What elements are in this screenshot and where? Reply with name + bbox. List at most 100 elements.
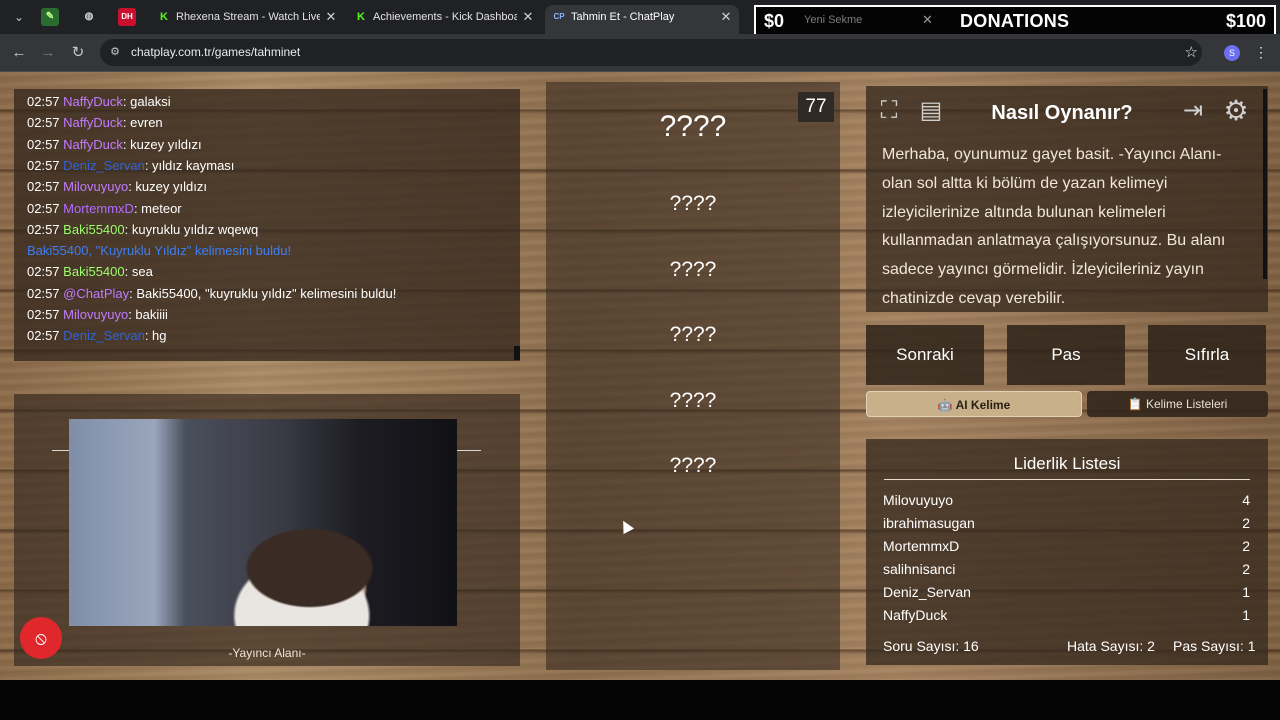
tab-close-icon[interactable]: ✕ [719,5,733,29]
question-count: Soru Sayısı: 16 [883,638,979,654]
pinned-tab-1[interactable]: ✎ [41,8,59,26]
divider [52,450,70,451]
chat-username[interactable]: NaffyDuck [63,115,123,130]
chat-message: 02:57 NaffyDuck: galaksi [27,94,171,109]
tab-close-icon[interactable]: ✕ [324,5,338,29]
chat-text: : evren [122,115,163,131]
pinned-tab-3[interactable]: DH [118,8,136,26]
leaderboard-row: Deniz_Servan 1 [883,584,1250,606]
chat-username[interactable]: NaffyDuck [63,137,123,152]
tab-achievements[interactable]: K Achievements - Kick Dashboard ✕ [347,5,541,34]
reload-icon[interactable]: ↻ [67,42,89,64]
chat-timestamp: 02:57 [27,328,60,344]
chat-scrollbar[interactable] [514,346,520,360]
chat-username[interactable]: Baki55400 [63,264,124,279]
pass-button[interactable]: Pas [1007,325,1125,385]
tab-word-lists[interactable]: 📋 Kelime Listeleri [1087,391,1268,417]
chat-text: : kuyruklu yıldız wqewq [124,221,259,237]
chat-username[interactable]: Milovuyuyo [63,307,128,322]
leaderboard-score: 2 [1242,537,1250,554]
chat-message: 02:57 Baki55400: kuyruklu yıldız wqewq [27,222,258,237]
word-slot: ???? [669,389,717,412]
back-arrow-icon[interactable]: ← [8,42,30,64]
chat-timestamp: 02:57 [27,264,60,280]
fullscreen-icon[interactable]: ⛶ [872,94,906,128]
leaderboard-name: ibrahimasugan [883,514,975,531]
how-to-play-panel: ⛶ ▤ Nasıl Oynanır? ⇥ ⚙ Merhaba, oyunumuz… [866,86,1268,312]
chat-timestamp: 02:57 [27,179,60,195]
address-url[interactable]: chatplay.com.tr/games/tahminet [131,45,300,59]
leaderboard-row: ibrahimasugan 2 [883,515,1250,537]
donation-goal-overlay: Yeni Sekme ✕ $0 DONATIONS $100 [754,5,1276,37]
word-slot: ???? [669,323,717,346]
browser-toolbar: ← → ↻ ⚙ chatplay.com.tr/games/tahminet ☆ [0,34,1280,72]
settings-gear-icon[interactable]: ⚙ [1219,94,1253,128]
address-bar[interactable]: ⚙ chatplay.com.tr/games/tahminet ☆ [100,39,1202,66]
chat-message: 02:57 Milovuyuyo: bakiiii [27,307,168,322]
streamer-area: -Yayıncı Alanı- [14,394,520,666]
chat-text: : kuzey yıldızı [128,179,207,195]
chat-message: Baki55400, "Kuyruklu Yıldız" kelimesini … [27,243,291,258]
tab-close-icon[interactable]: ✕ [521,5,535,29]
chat-message: 02:57 MortemmxD: meteor [27,201,182,216]
chat-message: 02:57 NaffyDuck: evren [27,115,163,130]
site-info-icon[interactable]: ⚙ [108,45,122,59]
chat-text: : sea [124,264,153,280]
chat-timestamp: 02:57 [27,136,60,152]
chat-message: 02:57 Baki55400: sea [27,264,153,279]
chat-timestamp: 02:57 [27,94,60,109]
word-board: 77 ???? ???? ???? ???? ???? ???? [546,82,840,670]
divider [457,450,481,451]
word-slot: ???? [669,454,717,477]
leaderboard-name: NaffyDuck [883,606,948,623]
leaderboard-name: Milovuyuyo [883,492,954,508]
tab-title: Rhexena Stream - Watch Live o [176,11,320,23]
chat-username[interactable]: Baki55400 [63,222,124,237]
chat-username[interactable]: MortemmxD [63,201,134,216]
chat-username[interactable]: @ChatPlay [63,286,129,301]
bottom-bar [0,680,1280,720]
leaderboard-score: 2 [1242,514,1250,531]
chat-timestamp: 02:57 [27,307,60,322]
leaderboard-name: MortemmxD [883,537,960,554]
chat-text: : galaksi [122,94,171,109]
chat-username[interactable]: Baki55400, "Kuyruklu Yıldız" kelimesini … [27,243,291,258]
leaderboard-score: 2 [1242,560,1250,577]
exit-icon[interactable]: ⇥ [1176,94,1210,128]
chat-text: : kuzey yıldızı [122,136,202,152]
tab-close-icon[interactable]: ✕ [922,12,933,28]
leaderboard-row: MortemmxD 2 [883,538,1250,560]
chat-text: : bakiiii [128,307,168,322]
stop-recording-icon[interactable]: ⦸ [20,617,62,659]
tab-rhexena-stream[interactable]: K Rhexena Stream - Watch Live o ✕ [150,5,344,34]
tab-search-chevron-icon[interactable]: ⌄ [10,8,28,26]
pinned-tab-2[interactable]: ◍ [80,8,98,26]
reset-button[interactable]: Sıfırla [1148,325,1266,385]
next-button[interactable]: Sonraki [866,325,984,385]
leaderboard-row: salihnisanci 2 [883,561,1250,583]
chat-message: 02:57 Deniz_Servan: yıldız kayması [27,158,234,173]
profile-avatar[interactable]: S [1224,45,1240,61]
tab-ai-word[interactable]: 🤖 AI Kelime [866,391,1082,417]
chat-timestamp: 02:57 [27,285,60,301]
forward-arrow-icon[interactable]: → [37,42,59,64]
chat-username[interactable]: Milovuyuyo [63,179,128,194]
streamer-area-label: -Yayıncı Alanı- [228,646,306,660]
chat-username[interactable]: Deniz_Servan [63,158,145,173]
leaderboard-row: NaffyDuck 1 [883,607,1250,629]
word-slot: ???? [669,258,717,281]
chat-timestamp: 02:57 [27,157,60,173]
leaderboard-name: salihnisanci [883,560,956,577]
chat-username[interactable]: NaffyDuck [63,94,123,109]
how-to-play-scrollbar[interactable] [1263,89,1267,279]
bookmark-star-icon[interactable]: ☆ [1185,43,1198,61]
kick-logo-icon: K [357,11,365,23]
chat-text: : hg [144,328,167,344]
tab-tahmin-et[interactable]: CP Tahmin Et - ChatPlay ✕ [545,5,739,34]
game-page: 02:57 NaffyDuck: galaksi 02:57 NaffyDuck:… [0,72,1280,680]
chat-message: 02:57 Milovuyuyo: kuzey yıldızı [27,179,207,194]
chat-username[interactable]: Deniz_Servan [63,328,145,343]
browser-menu-icon[interactable]: ⋮ [1254,44,1268,61]
chat-timestamp: 02:57 [27,115,60,131]
document-icon[interactable]: ▤ [914,94,948,128]
